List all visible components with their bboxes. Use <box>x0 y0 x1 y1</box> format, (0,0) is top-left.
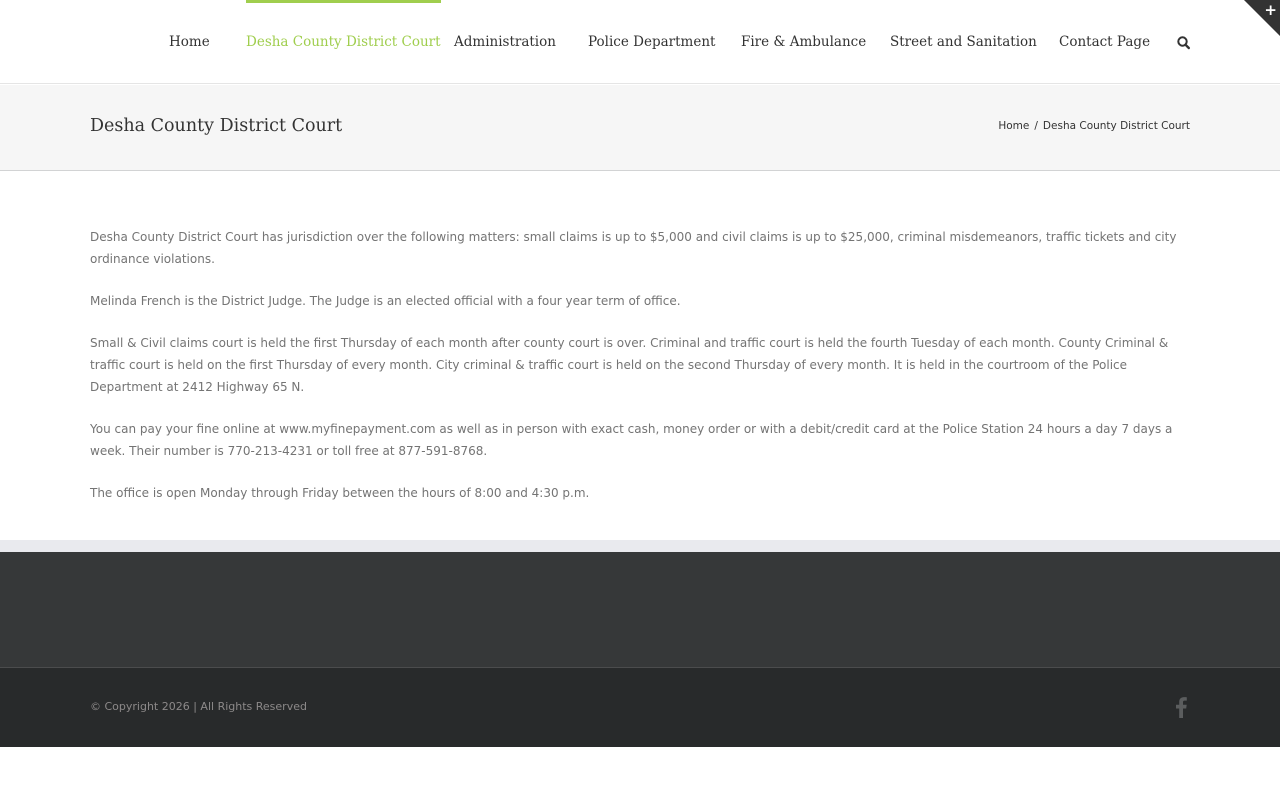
footer-divider-strip <box>0 540 1280 552</box>
office-hours-paragraph: The office is open Monday through Friday… <box>90 486 590 500</box>
breadcrumb-home-link[interactable]: Home <box>998 120 1029 132</box>
breadcrumb-separator: / <box>1034 120 1038 132</box>
nav-item-fire-ambulance[interactable]: Fire & Ambulance <box>741 0 866 84</box>
judge-paragraph: Melinda French is the District Judge. Th… <box>90 294 681 308</box>
jurisdiction-paragraph: Desha County District Court has jurisdic… <box>90 230 1177 266</box>
facebook-icon[interactable] <box>1174 696 1188 718</box>
page-title: Desha County District Court <box>90 116 343 136</box>
search-icon[interactable] <box>1176 34 1192 52</box>
plus-icon[interactable]: + <box>1264 1 1277 19</box>
nav-item-contact-page[interactable]: Contact Page <box>1059 0 1150 84</box>
nav-item-administration[interactable]: Administration <box>454 0 556 84</box>
footer-copyright-area: © Copyright 2026 | All Rights Reserved <box>0 668 1280 747</box>
copyright-text: © Copyright 2026 | All Rights Reserved <box>90 700 307 713</box>
footer-widgets-area <box>0 552 1280 668</box>
breadcrumb-current: Desha County District Court <box>1042 120 1190 132</box>
site-header: Home Desha County District Court Adminis… <box>0 0 1280 84</box>
schedule-paragraph: Small & Civil claims court is held the f… <box>90 336 1169 394</box>
page-bottom-space <box>0 747 1280 800</box>
nav-item-home[interactable]: Home <box>169 0 210 84</box>
payment-paragraph: You can pay your fine online at www.myfi… <box>90 422 1173 458</box>
nav-item-police-department[interactable]: Police Department <box>588 0 715 84</box>
page-title-bar: Desha County District Court Home / Desha… <box>0 85 1280 171</box>
nav-item-district-court[interactable]: Desha County District Court <box>246 0 441 84</box>
nav-item-street-sanitation[interactable]: Street and Sanitation <box>890 0 1037 84</box>
breadcrumb: Home / Desha County District Court <box>998 120 1190 132</box>
main-content: Desha County District Court has jurisdic… <box>90 226 1190 524</box>
